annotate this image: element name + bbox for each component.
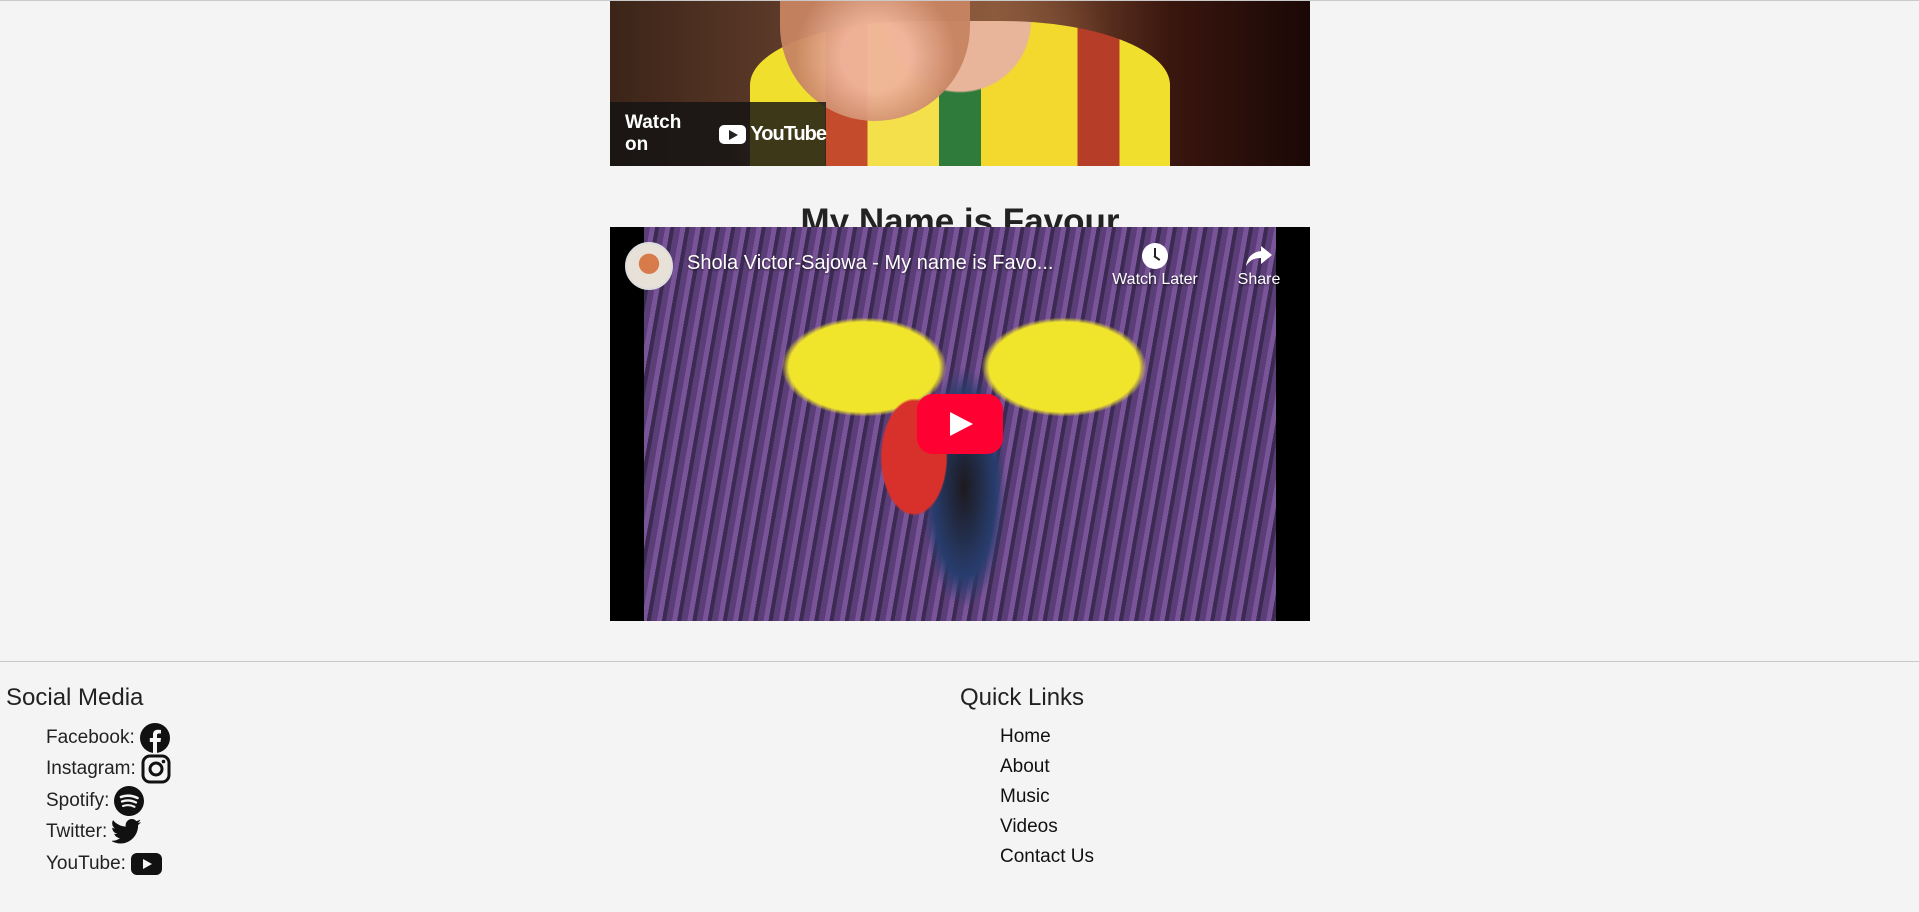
quick-link-music[interactable]: Music xyxy=(1000,786,1050,808)
youtube-logo: YouTube xyxy=(719,122,827,146)
spotify-icon[interactable] xyxy=(114,785,145,816)
social-label: Facebook: xyxy=(46,726,135,748)
quick-links-heading: Quick Links xyxy=(960,684,1085,711)
youtube-wordmark: YouTube xyxy=(750,122,827,145)
video-title[interactable]: Shola Victor-Sajowa - My name is Favo... xyxy=(687,252,1087,275)
footer-divider xyxy=(0,661,1919,662)
quick-links-list: Home About Music Videos Contact Us xyxy=(1000,722,1094,872)
social-item-twitter: Twitter: xyxy=(46,817,171,849)
social-item-instagram: Instagram: xyxy=(46,754,171,786)
social-media-heading: Social Media xyxy=(6,684,144,711)
youtube-play-icon xyxy=(719,124,747,144)
social-label: Instagram: xyxy=(46,758,136,780)
quick-link-contact-us[interactable]: Contact Us xyxy=(1000,846,1094,868)
watch-later-button[interactable]: Watch Later xyxy=(1100,241,1210,289)
social-media-section: Social Media Facebook: Instagram: Spotif… xyxy=(6,684,171,880)
facebook-icon[interactable] xyxy=(139,722,170,753)
video-embed-top[interactable]: Watch on YouTube xyxy=(610,1,1310,166)
share-button[interactable]: Share xyxy=(1224,241,1294,289)
twitter-icon[interactable] xyxy=(112,819,142,845)
share-label: Share xyxy=(1237,271,1281,288)
social-label: YouTube: xyxy=(46,852,126,874)
share-icon xyxy=(1246,246,1272,266)
social-item-spotify: Spotify: xyxy=(46,785,171,817)
instagram-icon[interactable] xyxy=(141,754,171,784)
quick-links-section: Quick Links Home About Music Videos Cont… xyxy=(960,684,1094,872)
youtube-icon[interactable] xyxy=(130,852,162,875)
play-button[interactable] xyxy=(917,394,1003,454)
watch-on-label: Watch on xyxy=(625,112,682,155)
social-label: Twitter: xyxy=(46,821,108,843)
clock-icon xyxy=(1142,243,1168,269)
social-item-facebook: Facebook: xyxy=(46,722,171,754)
quick-link-about[interactable]: About xyxy=(1000,756,1050,778)
watch-later-label: Watch Later xyxy=(1112,271,1198,288)
social-media-list: Facebook: Instagram: Spotify: Twitter: Y… xyxy=(46,722,171,880)
quick-link-home[interactable]: Home xyxy=(1000,726,1051,748)
watch-on-youtube-button[interactable]: Watch on YouTube xyxy=(610,102,827,166)
social-label: Spotify: xyxy=(46,789,110,811)
channel-avatar[interactable] xyxy=(625,242,673,290)
social-item-youtube: YouTube: xyxy=(46,848,171,880)
quick-link-videos[interactable]: Videos xyxy=(1000,816,1058,838)
video-embed-main[interactable]: Shola Victor-Sajowa - My name is Favo...… xyxy=(610,227,1310,621)
